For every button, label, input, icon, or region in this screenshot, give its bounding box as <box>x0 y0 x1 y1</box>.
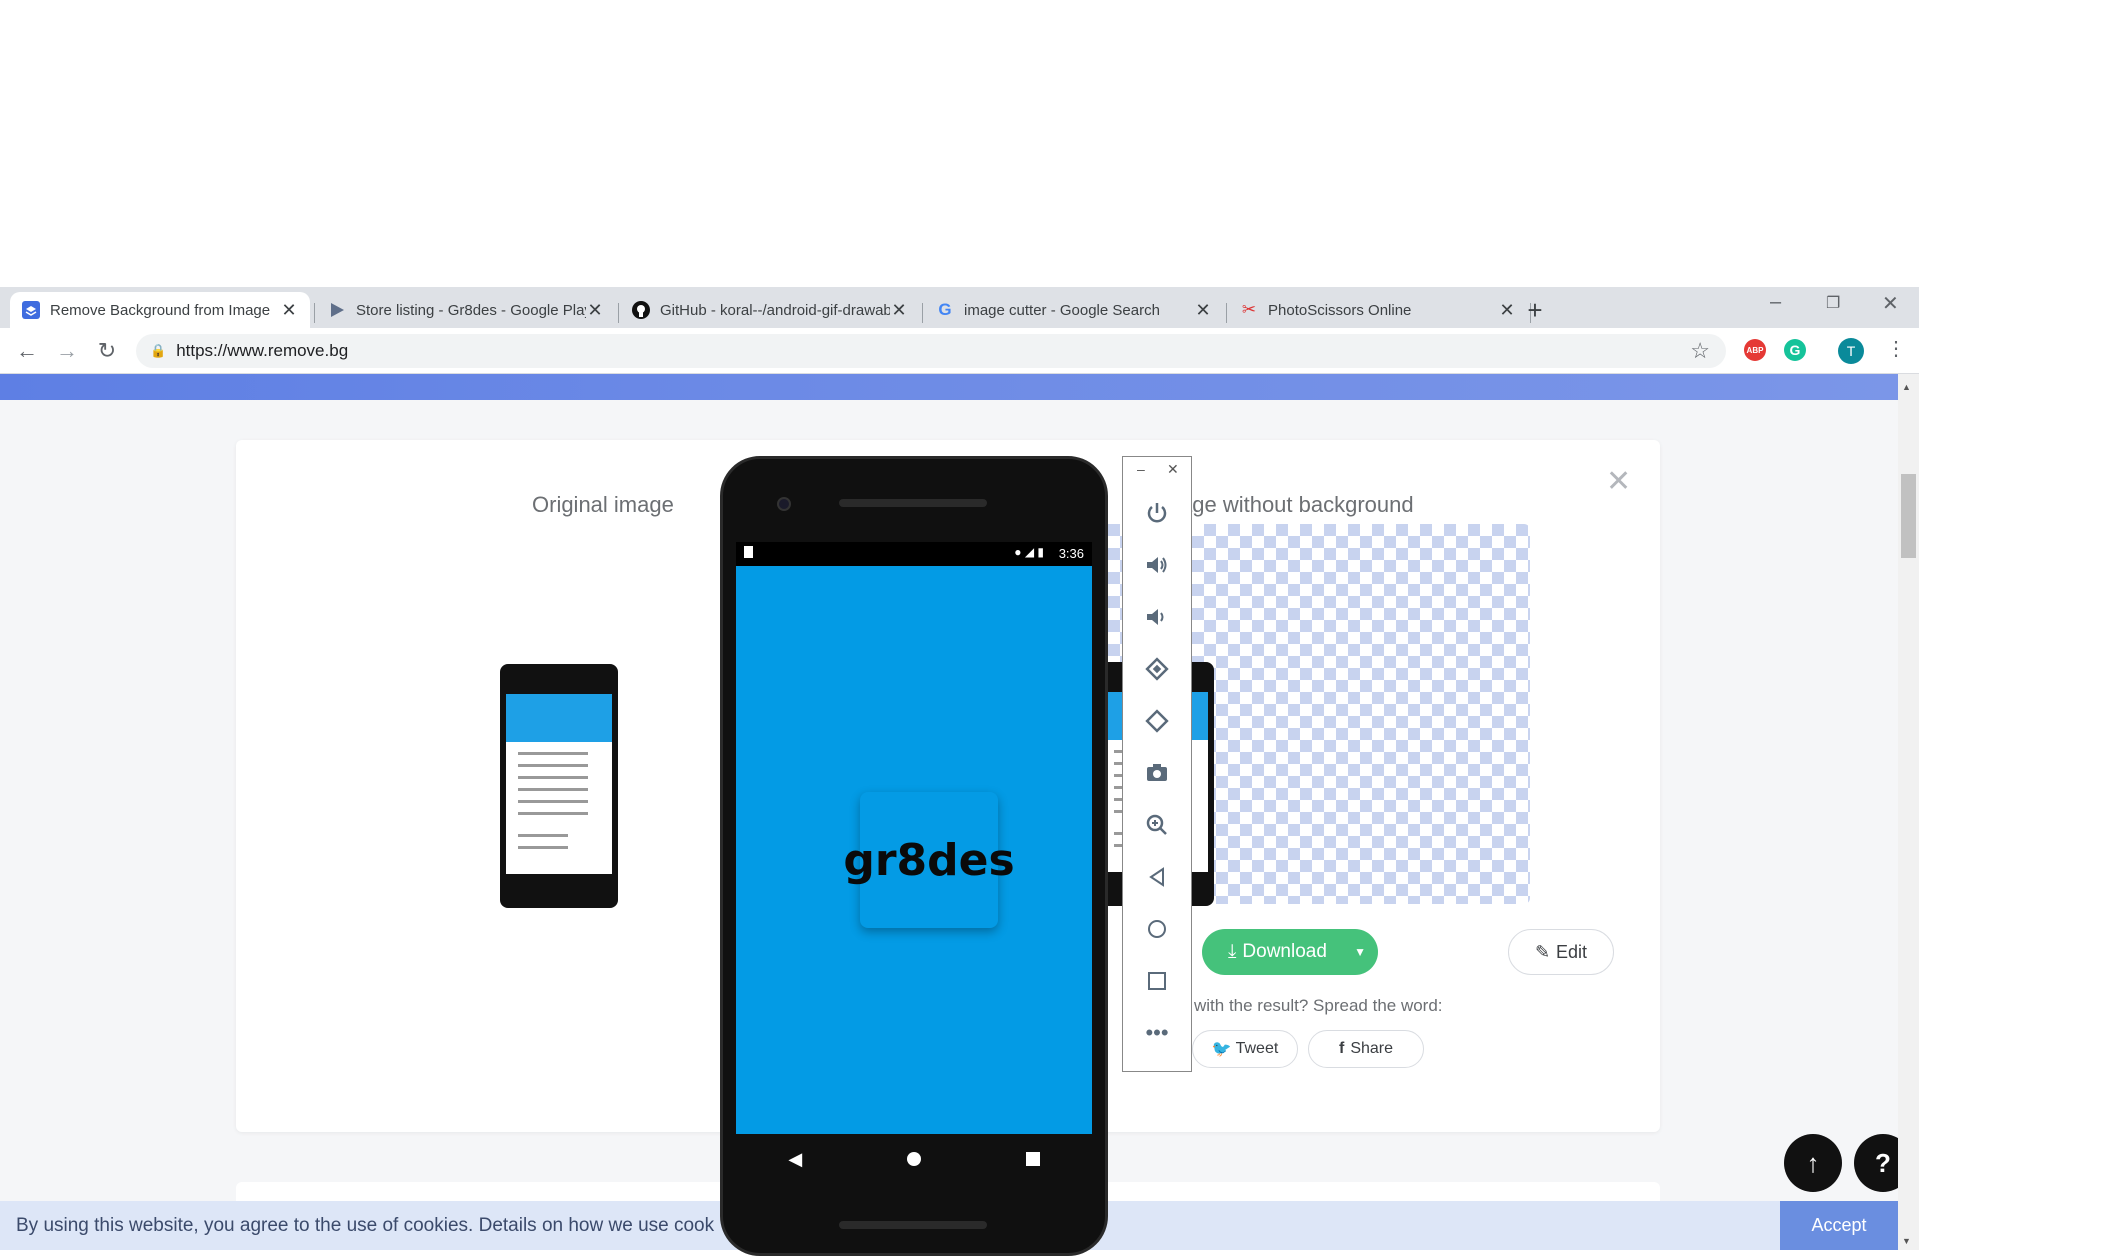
spread-word-text: with the result? Spread the word: <box>1194 996 1443 1015</box>
clock: 3:36 <box>1058 546 1084 561</box>
facebook-icon: f <box>1338 1040 1345 1057</box>
cookie-text: By using this website, you agree to the … <box>16 1215 715 1236</box>
help-button[interactable]: ? <box>1854 1134 1898 1192</box>
google-play-favicon-icon <box>328 301 346 319</box>
tab-title: GitHub - koral--/android-gif-drawable <box>660 301 890 319</box>
tab-title: image cutter - Google Search <box>964 301 1160 319</box>
power-icon[interactable] <box>1123 493 1191 533</box>
bottom-speaker <box>839 1221 987 1229</box>
zoom-icon[interactable] <box>1123 805 1191 845</box>
scrollbar-thumb[interactable] <box>1901 474 1916 558</box>
forward-button[interactable]: → <box>52 336 82 366</box>
restore-button[interactable]: ❐ <box>1826 293 1840 313</box>
url-text: https://www.remove.bg <box>176 341 349 360</box>
tab-title: Store listing - Gr8des - Google Play <box>356 301 586 319</box>
back-icon[interactable]: ◀ <box>788 1149 802 1170</box>
minimize-button[interactable]: – <box>1770 291 1781 314</box>
more-icon[interactable]: ••• <box>1123 1013 1191 1053</box>
profile-avatar[interactable]: T <box>1838 338 1864 364</box>
pencil-icon: ✎ <box>1534 941 1551 962</box>
back-nav-icon[interactable] <box>1123 857 1191 897</box>
android-nav-bar: ◀ <box>736 1134 1092 1184</box>
github-favicon-icon <box>632 301 650 319</box>
close-icon[interactable]: ✕ <box>890 300 908 321</box>
photoscissors-favicon-icon: ✂ <box>1241 300 1257 319</box>
home-icon[interactable] <box>906 1152 921 1166</box>
result-image-label: age without background <box>1180 492 1414 517</box>
back-button[interactable]: ← <box>12 336 42 366</box>
volume-down-icon[interactable] <box>1123 597 1191 637</box>
hero-banner <box>0 374 1898 400</box>
close-icon[interactable]: ✕ <box>280 300 298 321</box>
status-bar: ● ◢ ▮ 3:36 <box>736 542 1092 566</box>
scroll-up-arrow-icon[interactable]: ▲ <box>1902 382 1911 392</box>
home-nav-icon[interactable] <box>1123 909 1191 949</box>
volume-up-icon[interactable] <box>1123 545 1191 585</box>
scroll-down-arrow-icon[interactable]: ▼ <box>1902 1236 1911 1246</box>
overview-nav-icon[interactable] <box>1123 961 1191 1001</box>
edit-button[interactable]: ✎ Edit <box>1508 929 1614 975</box>
rotate-right-icon[interactable] <box>1123 701 1191 741</box>
window-close-button[interactable]: ✕ <box>1882 291 1899 316</box>
adblock-icon[interactable]: ABP <box>1744 339 1766 361</box>
tab-photoscissors[interactable]: ✂ PhotoScissors Online ✕ <box>1228 292 1528 328</box>
accept-cookies-button[interactable]: Accept <box>1780 1201 1898 1250</box>
camera-icon[interactable] <box>1123 753 1191 793</box>
tab-store-listing[interactable]: Store listing - Gr8des - Google Play ✕ <box>316 292 616 328</box>
download-label: Download <box>1242 941 1327 962</box>
remove-bg-favicon-icon <box>22 301 40 319</box>
lock-icon: 🔒 <box>150 343 167 358</box>
speaker-grille <box>839 499 987 507</box>
emulator-phone: ● ◢ ▮ 3:36 gr8des ◀ <box>720 456 1108 1256</box>
close-card-icon[interactable]: ✕ <box>1606 464 1631 499</box>
twitter-icon: 🐦 <box>1211 1041 1232 1058</box>
tab-title: PhotoScissors Online <box>1268 301 1412 319</box>
app-splash-screen[interactable]: gr8des <box>736 566 1092 1134</box>
tab-github[interactable]: GitHub - koral--/android-gif-drawable ✕ <box>620 292 920 328</box>
tweet-label: Tweet <box>1235 1040 1279 1057</box>
reload-button[interactable]: ↻ <box>92 336 122 366</box>
download-button[interactable]: ⤓ Download ▼ <box>1202 929 1378 975</box>
minimize-panel-icon[interactable]: – <box>1137 461 1145 477</box>
recents-icon[interactable] <box>1025 1152 1040 1166</box>
rotate-left-icon[interactable] <box>1123 649 1191 689</box>
front-camera-icon <box>777 497 791 511</box>
new-tab-button[interactable]: + <box>1520 295 1550 325</box>
chevron-down-icon[interactable]: ▼ <box>1354 945 1366 959</box>
browser-toolbar: ← → ↻ 🔒 https://www.remove.bg ☆ ABP G T … <box>0 328 1919 374</box>
menu-icon[interactable]: ⋮ <box>1886 336 1906 361</box>
google-favicon-icon: G <box>938 300 952 319</box>
sd-card-icon <box>744 546 753 558</box>
close-icon[interactable]: ✕ <box>1194 300 1212 321</box>
close-icon[interactable]: ✕ <box>1498 300 1516 321</box>
close-panel-icon[interactable]: ✕ <box>1167 461 1179 478</box>
emulator-controls: – ✕ ••• <box>1122 456 1192 1072</box>
address-bar[interactable]: 🔒 https://www.remove.bg ☆ <box>136 334 1726 368</box>
share-button[interactable]: f Share <box>1308 1030 1424 1068</box>
scrollbar[interactable]: ▲ ▼ <box>1898 374 1919 1250</box>
grammarly-icon[interactable]: G <box>1784 339 1806 361</box>
tweet-button[interactable]: 🐦 Tweet <box>1192 1030 1298 1068</box>
edit-label: Edit <box>1556 941 1588 962</box>
original-image-thumbnail <box>500 664 618 908</box>
tab-title: Remove Background from Image <box>50 301 271 319</box>
star-icon[interactable]: ☆ <box>1690 338 1710 364</box>
status-icons: ● ◢ ▮ <box>1014 545 1044 559</box>
download-icon: ⤓ <box>1228 941 1237 962</box>
close-icon[interactable]: ✕ <box>586 300 604 321</box>
app-logo: gr8des <box>843 792 1015 928</box>
tab-remove-bg[interactable]: Remove Background from Image ✕ <box>10 292 310 328</box>
tab-strip: Remove Background from Image ✕ Store lis… <box>0 287 1919 328</box>
original-image-label: Original image <box>532 492 674 517</box>
scroll-top-button[interactable]: ↑ <box>1784 1134 1842 1192</box>
tab-google-search[interactable]: G image cutter - Google Search ✕ <box>924 292 1224 328</box>
share-label: Share <box>1350 1040 1394 1057</box>
